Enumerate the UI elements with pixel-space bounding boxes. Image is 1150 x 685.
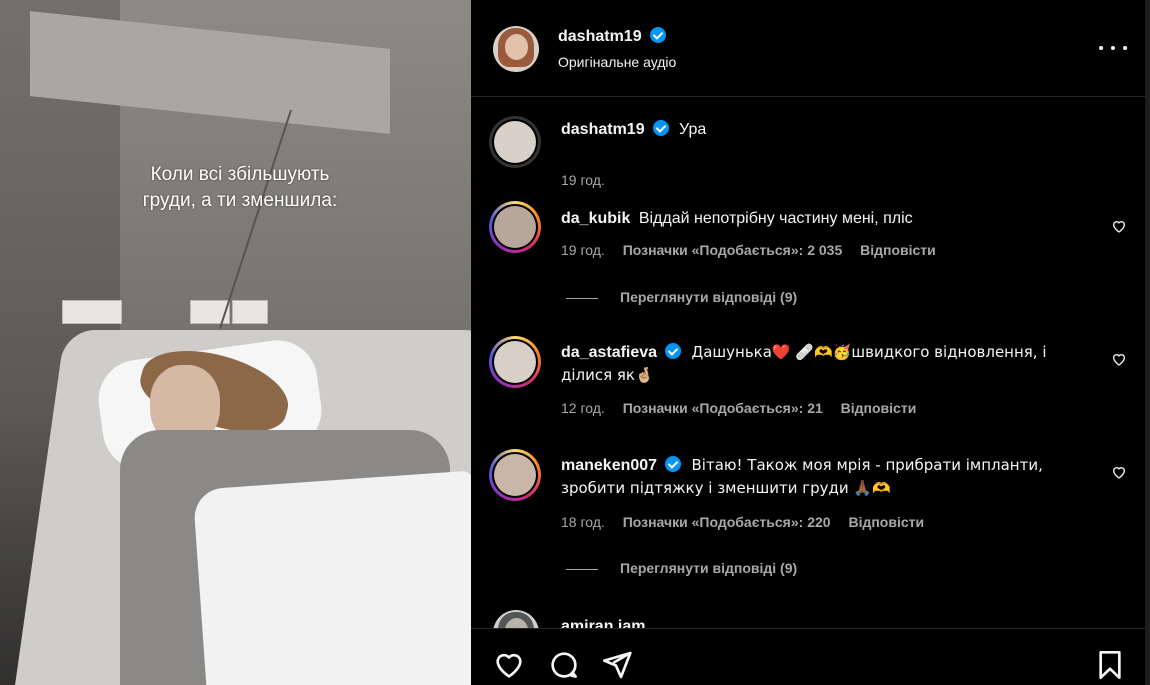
comment-meta: 12 год. Позначки «Подобається»: 21 Відпо… (561, 400, 930, 416)
view-replies-button[interactable]: Переглянути відповіді (9) (566, 289, 797, 305)
comments-list[interactable]: dashatm19 Ура 19 год. da_kubik Віддай не… (471, 98, 1145, 628)
comment-item: maneken007 Вітаю! Також моя мрія - прибр… (471, 449, 1145, 589)
heart-outline-icon[interactable] (1111, 218, 1127, 234)
post-actions (471, 628, 1145, 685)
comment-likes[interactable]: Позначки «Подобається»: 220 (623, 514, 831, 530)
reply-button[interactable]: Відповісти (841, 400, 917, 416)
caption-time: 19 год. (561, 172, 605, 188)
comment-text-row: da_astafieva Дашунька❤️ 🩹🫶🥳швидкого відн… (561, 341, 1083, 387)
comment-time: 19 год. (561, 242, 605, 258)
comment-likes[interactable]: Позначки «Подобається»: 21 (623, 400, 823, 416)
author-username[interactable]: dashatm19 (558, 28, 642, 45)
commenter-avatar[interactable] (493, 610, 539, 628)
comment-text-row: amiran.jam (561, 615, 1083, 628)
audio-label[interactable]: Оригінальне аудіо (558, 54, 676, 70)
commenter-avatar[interactable] (489, 336, 541, 388)
window-edge (1145, 0, 1150, 685)
more-icon[interactable] (1099, 38, 1127, 58)
comment-likes[interactable]: Позначки «Подобається»: 2 035 (623, 242, 843, 258)
comment-time: 18 год. (561, 514, 605, 530)
reply-button[interactable]: Відповісти (860, 242, 936, 258)
author-name-row: dashatm19 (558, 27, 667, 46)
view-replies-label: Переглянути відповіді (9) (620, 289, 798, 305)
reply-button[interactable]: Відповісти (848, 514, 924, 530)
comment-item: amiran.jam (471, 610, 1145, 628)
media-caption: Коли всі збільшують груди, а ти зменшила… (142, 164, 338, 211)
comment-text: Віддай непотрібну частину мені, пліс (638, 210, 913, 227)
post-sidebar: dashatm19 Оригінальне аудіо dashatm19 Ур… (471, 0, 1145, 685)
caption-meta: 19 год. (561, 172, 619, 188)
comment-meta: 19 год. Позначки «Подобається»: 2 035 Ві… (561, 242, 950, 258)
post-media[interactable]: Коли всі збільшують груди, а ти зменшила… (0, 0, 471, 685)
verified-icon (665, 343, 682, 359)
heart-outline-icon[interactable] (1111, 351, 1127, 367)
verified-icon (665, 456, 682, 472)
media-socket (232, 300, 268, 324)
media-iv-line (218, 109, 292, 330)
comment-username[interactable]: da_kubik (561, 210, 630, 227)
view-replies-label: Переглянути відповіді (9) (620, 560, 798, 576)
bookmark-icon[interactable] (1094, 649, 1126, 681)
commenter-avatar[interactable] (489, 449, 541, 501)
comment-username[interactable]: da_astafieva (561, 344, 657, 361)
commenter-avatar[interactable] (489, 201, 541, 253)
media-socket (62, 300, 122, 324)
caption-text: Ура (679, 121, 707, 138)
caption-text-row: dashatm19 Ура (561, 118, 1083, 141)
author-avatar[interactable] (493, 26, 539, 72)
heart-outline-icon[interactable] (1111, 464, 1127, 480)
replies-divider (566, 297, 598, 299)
comment-item: da_astafieva Дашунька❤️ 🩹🫶🥳швидкого відн… (471, 336, 1145, 446)
comment-username[interactable]: amiran.jam (561, 618, 645, 628)
avatar-face (504, 34, 528, 60)
post-header: dashatm19 Оригінальне аудіо (471, 0, 1145, 97)
caption-username[interactable]: dashatm19 (561, 121, 645, 138)
media-sheet (192, 470, 471, 685)
comment-icon[interactable] (548, 649, 580, 681)
verified-icon (652, 120, 669, 136)
post-caption: dashatm19 Ура 19 год. (471, 116, 1145, 188)
comment-meta: 18 год. Позначки «Подобається»: 220 Відп… (561, 514, 938, 530)
comment-time: 12 год. (561, 400, 605, 416)
comment-text-row: maneken007 Вітаю! Також моя мрія - прибр… (561, 454, 1083, 500)
comment-text-row: da_kubik Віддай непотрібну частину мені,… (561, 207, 1083, 230)
verified-icon (650, 27, 667, 43)
comment-item: da_kubik Віддай непотрібну частину мені,… (471, 201, 1145, 331)
replies-divider (566, 568, 598, 570)
caption-avatar[interactable] (489, 116, 541, 168)
heart-icon[interactable] (493, 649, 525, 681)
send-icon[interactable] (601, 649, 633, 681)
comment-username[interactable]: maneken007 (561, 457, 657, 474)
view-replies-button[interactable]: Переглянути відповіді (9) (566, 560, 797, 576)
